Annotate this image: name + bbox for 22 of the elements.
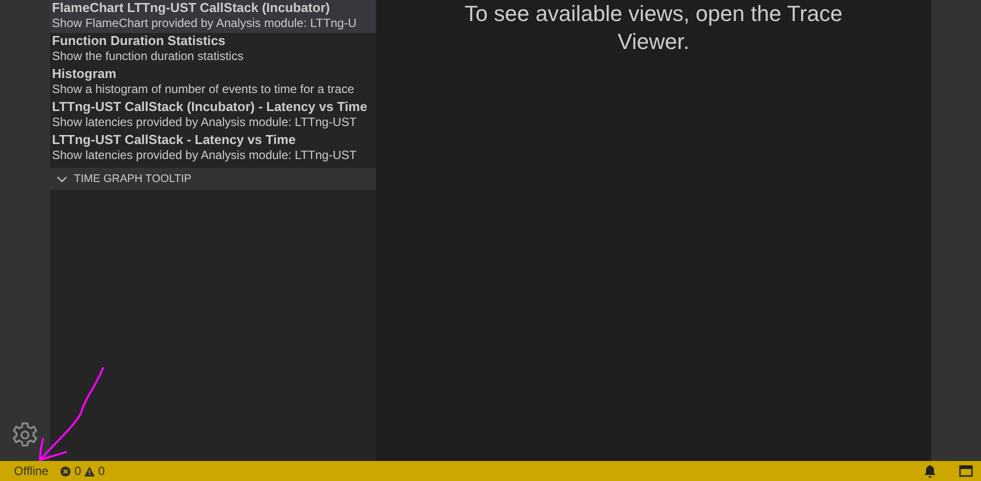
view-description: Show latencies provided by Analysis module: LTTng-UST: [52, 115, 357, 130]
view-title: Histogram: [52, 66, 116, 82]
view-title: LTTng-UST CallStack - Latency vs Time: [52, 132, 296, 148]
view-title: Function Duration Statistics: [52, 33, 226, 49]
settings-icon[interactable]: [11, 421, 39, 449]
view-list-item[interactable]: Function Duration Statistics Show the function duration statistics: [50, 33, 376, 66]
empty-editor-message: To see available views, open the Trace Viewer.: [464, 0, 844, 56]
connection-status[interactable]: Offline: [14, 464, 48, 478]
view-list-item[interactable]: LTTng-UST CallStack (Incubator) - Latency vs Time Show latencies provided by Analysis module: LTTng-UST: [50, 99, 376, 132]
section-header[interactable]: TIME GRAPH TOOLTIP: [50, 168, 376, 190]
view-description: Show the function duration statistics: [52, 49, 244, 64]
view-title: LTTng-UST CallStack (Incubator) - Latency vs Time: [52, 99, 368, 115]
view-description: Show FlameChart provided by Analysis module: LTTng-U: [52, 16, 357, 31]
view-description: Show latencies provided by Analysis module: LTTng-UST: [52, 148, 357, 163]
view-list-item[interactable]: LTTng-UST CallStack - Latency vs Time Show latencies provided by Analysis module: LTTng-UST: [50, 132, 376, 165]
bell-icon[interactable]: [923, 464, 937, 478]
window-icon[interactable]: [959, 464, 973, 478]
problems-indicator[interactable]: 0 0: [60, 464, 105, 478]
view-description: Show a histogram of number of events to time for a trace: [52, 82, 354, 97]
view-title: FlameChart LTTng-UST CallStack (Incubator): [52, 0, 330, 16]
view-list-item[interactable]: Histogram Show a histogram of number of events to time for a trace: [50, 66, 376, 99]
view-list-item[interactable]: FlameChart LTTng-UST CallStack (Incubator) Show FlameChart provided by Analysis module: LTTng-U: [50, 0, 376, 33]
